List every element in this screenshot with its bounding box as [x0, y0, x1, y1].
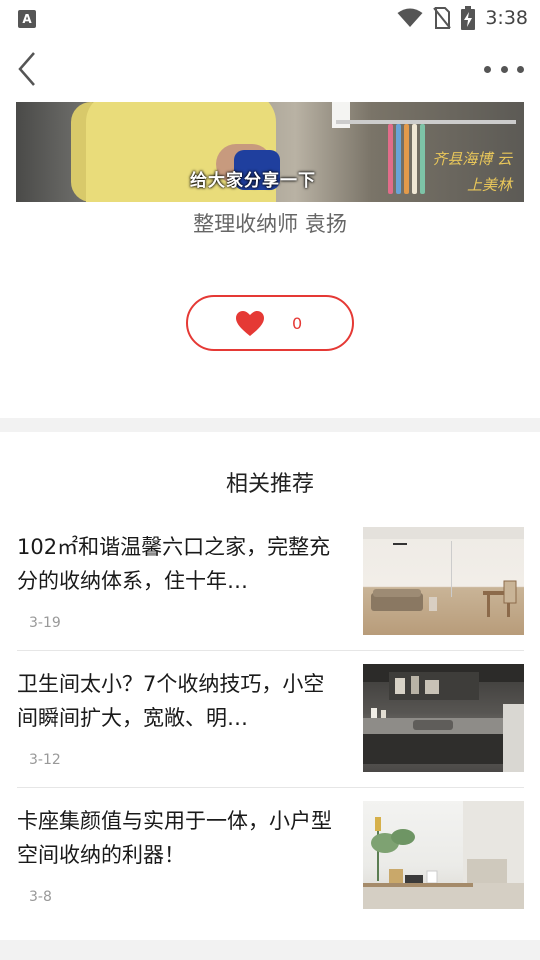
bottom-divider [0, 940, 540, 960]
more-dot-icon [500, 65, 508, 73]
wifi-icon [397, 8, 423, 27]
nav-bar [0, 36, 540, 102]
item-date: 3-8 [29, 889, 52, 905]
more-dot-icon [484, 65, 491, 73]
section-title: 相关推荐 [225, 472, 314, 497]
bathroom-image [363, 664, 524, 772]
list-item[interactable]: 102㎡和谐温馨六口之家，完整充分的收纳体系，住十年… 3-19 [0, 514, 540, 651]
app-notification-icon: A [18, 10, 36, 28]
living-room-image [363, 527, 524, 617]
clock: 3:38 [485, 7, 528, 29]
status-icons: 3:38 [397, 6, 528, 30]
video-scene [404, 124, 409, 194]
battery-charging-icon [461, 6, 476, 30]
video-scene [332, 102, 350, 128]
item-thumbnail [363, 664, 524, 772]
heart-icon [236, 311, 264, 336]
item-thumbnail [363, 527, 524, 635]
like-count: 0 [292, 314, 303, 333]
chevron-left-icon [18, 52, 35, 86]
item-thumbnail [363, 801, 524, 909]
item-title: 卫生间太小？7个收纳技巧，小空间瞬间扩大，宽敞、明… [17, 672, 325, 730]
item-title: 卡座集颜值与实用于一体，小户型空间收纳的利器！ [17, 809, 332, 867]
more-options-button[interactable] [480, 56, 528, 82]
video-scene [412, 124, 417, 194]
video-frame[interactable]: 给大家分享一下 齐县海博 云上美林 [16, 102, 524, 202]
no-sim-icon [433, 7, 452, 29]
video-scene [336, 120, 516, 124]
video-caption: 给大家分享一下 [190, 171, 316, 191]
article-subtitle: 整理收纳师 袁扬 [193, 212, 347, 236]
nook-image [363, 801, 524, 909]
video-scene [388, 124, 393, 194]
list-item[interactable]: 卫生间太小？7个收纳技巧，小空间瞬间扩大，宽敞、明… 3-12 [0, 651, 540, 788]
list-item[interactable]: 卡座集颜值与实用于一体，小户型空间收纳的利器！ 3-8 [0, 788, 540, 925]
item-date: 3-19 [29, 615, 61, 631]
video-overlay-text: 齐县海博 云上美林 [432, 150, 512, 194]
video-scene [396, 124, 401, 194]
more-dot-icon [517, 65, 524, 73]
item-title: 102㎡和谐温馨六口之家，完整充分的收纳体系，住十年… [17, 535, 331, 593]
status-bar: A 3:38 [0, 0, 540, 36]
section-divider [0, 418, 540, 432]
item-date: 3-12 [29, 752, 61, 768]
like-button[interactable]: 0 [186, 295, 354, 351]
back-button[interactable] [12, 50, 46, 88]
